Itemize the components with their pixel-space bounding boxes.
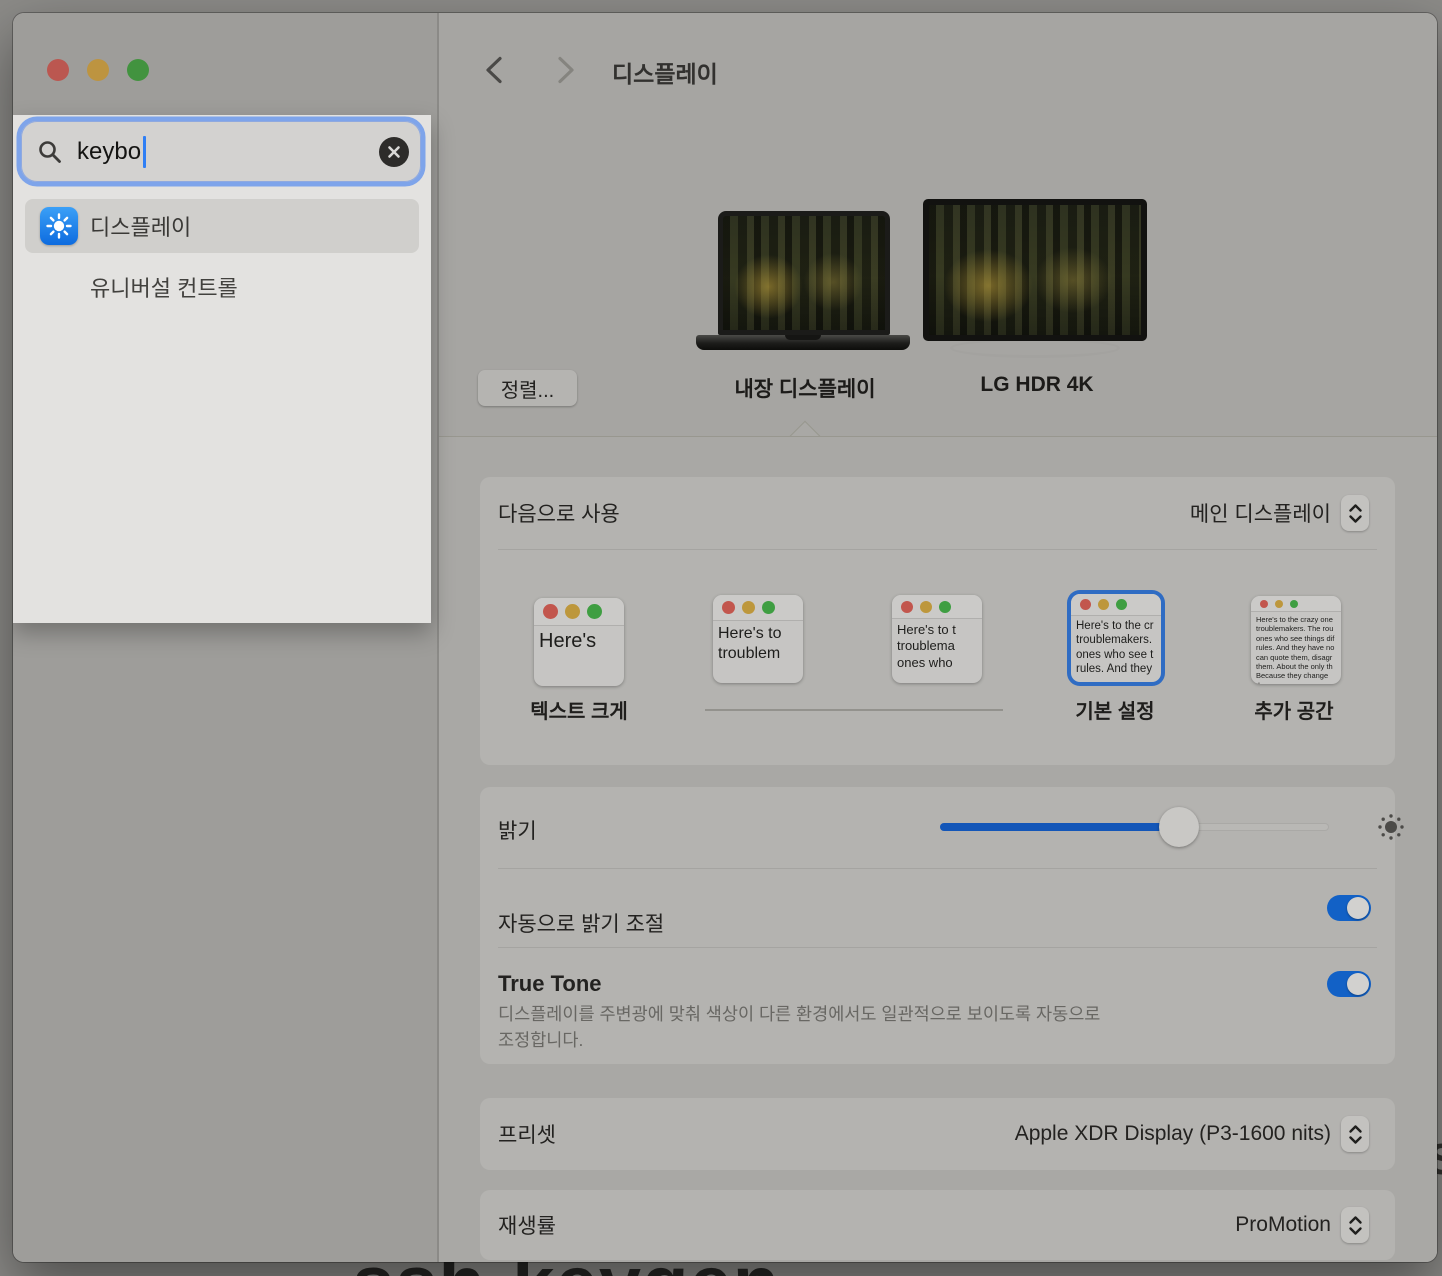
search-result-display[interactable]: 디스플레이: [25, 199, 419, 253]
auto-brightness-label: 자동으로 밝기 조절: [498, 908, 664, 938]
search-result-label: 유니버설 컨트롤: [90, 271, 238, 303]
magnifier-icon: [37, 139, 63, 165]
scaling-option-more-space[interactable]: Here's to the crazy one troublemakers. T…: [1251, 596, 1341, 684]
brightness-slider-knob[interactable]: [1159, 807, 1199, 847]
true-tone-label: True Tone: [498, 971, 602, 997]
refresh-rate-dropdown[interactable]: [1341, 1207, 1369, 1243]
divider: [498, 947, 1377, 948]
search-result-label: 디스플레이: [90, 210, 191, 242]
divider: [498, 868, 1377, 869]
refresh-rate-row: 재생률 ProMotion: [480, 1190, 1395, 1260]
use-as-label: 다음으로 사용: [498, 498, 620, 528]
refresh-rate-card: 재생률 ProMotion: [480, 1190, 1395, 1260]
scaling-label-default: 기본 설정: [1025, 695, 1205, 724]
scaling-option-larger-text[interactable]: Here's: [534, 598, 624, 686]
true-tone-toggle[interactable]: [1327, 971, 1371, 997]
use-as-value: 메인 디스플레이: [1190, 498, 1331, 528]
external-display-stand: [950, 338, 1120, 358]
display-brightness-icon: [40, 207, 78, 245]
brightness-slider-fill: [940, 823, 1179, 831]
refresh-rate-value: ProMotion: [1235, 1213, 1331, 1237]
builtin-display-thumbnail[interactable]: [718, 211, 890, 335]
close-button[interactable]: [47, 59, 69, 81]
brightness-card: 밝기: [480, 787, 1395, 1064]
scaling-option-3[interactable]: Here's to t troublema ones who: [892, 595, 982, 683]
main-panel: 디스플레이 내장 디스플레이 LG HDR 4K 정렬... 다음으로 사용 메…: [439, 13, 1437, 1262]
divider: [498, 549, 1377, 550]
preset-value: Apple XDR Display (P3-1600 nits): [1015, 1122, 1331, 1146]
macbook-base: [696, 335, 910, 350]
sidebar: keybo: [13, 13, 437, 1262]
refresh-rate-label: 재생률: [498, 1210, 556, 1240]
text-caret: [143, 136, 146, 168]
clear-search-button[interactable]: [379, 137, 409, 167]
external-display-thumbnail[interactable]: [923, 199, 1147, 341]
arrange-button[interactable]: 정렬...: [478, 370, 577, 406]
brightness-label: 밝기: [498, 815, 537, 845]
scaling-track-line: [705, 709, 1003, 711]
resolution-card: 다음으로 사용 메인 디스플레이: [480, 477, 1395, 765]
zoom-button[interactable]: [127, 59, 149, 81]
x-icon: [387, 145, 401, 159]
scaling-option-default[interactable]: Here's to the cr troublemakers. ones who…: [1071, 594, 1161, 682]
use-as-row: 다음으로 사용 메인 디스플레이: [480, 477, 1395, 549]
search-text: keybo: [77, 138, 141, 166]
use-as-dropdown[interactable]: [1341, 495, 1369, 531]
search-result-universal-control[interactable]: 유니버설 컨트롤: [25, 265, 419, 309]
up-down-chevrons-icon: [1348, 1124, 1363, 1145]
up-down-chevrons-icon: [1348, 1215, 1363, 1236]
up-down-chevrons-icon: [1348, 503, 1363, 524]
forward-button[interactable]: [555, 55, 577, 85]
auto-brightness-toggle[interactable]: [1327, 895, 1371, 921]
system-settings-window: keybo: [13, 13, 1437, 1262]
preset-dropdown[interactable]: [1341, 1116, 1369, 1152]
preset-row: 프리셋 Apple XDR Display (P3-1600 nits): [480, 1098, 1395, 1170]
brightness-slider[interactable]: [940, 823, 1329, 831]
builtin-display-label: 내장 디스플레이: [680, 373, 930, 403]
minimize-button[interactable]: [87, 59, 109, 81]
search-input[interactable]: keybo: [21, 121, 421, 182]
true-tone-description: 디스플레이를 주변광에 맞춰 색상이 다른 환경에서도 일관적으로 보이도록 자…: [498, 1001, 1258, 1054]
scaling-label-larger-text: 텍스트 크게: [489, 695, 669, 724]
preset-label: 프리셋: [498, 1119, 556, 1149]
search-results-panel: keybo: [13, 115, 431, 623]
page-title: 디스플레이: [612, 55, 718, 89]
window-controls: [47, 59, 149, 81]
back-button[interactable]: [483, 55, 505, 85]
preset-card: 프리셋 Apple XDR Display (P3-1600 nits): [480, 1098, 1395, 1170]
external-display-label: LG HDR 4K: [912, 373, 1162, 397]
scaling-label-more-space: 추가 공간: [1204, 695, 1384, 724]
scaling-option-2[interactable]: Here's to troublem: [713, 595, 803, 683]
brightness-low-icon: [1375, 811, 1407, 843]
